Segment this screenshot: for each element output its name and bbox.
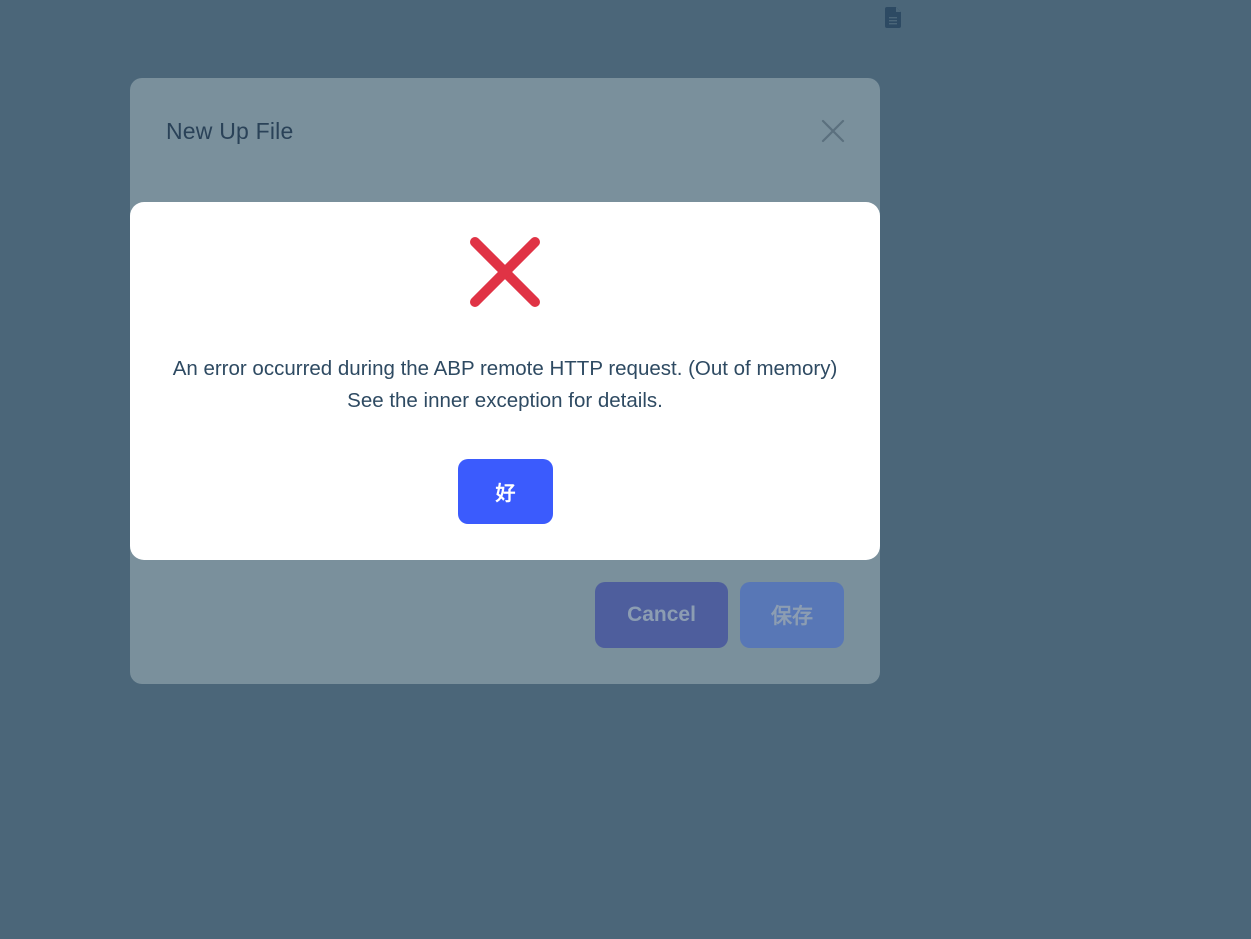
close-icon[interactable]	[820, 118, 846, 144]
error-message: An error occurred during the ABP remote …	[172, 357, 838, 412]
file-document-icon[interactable]	[885, 7, 902, 28]
modal-title: New Up File	[166, 118, 294, 144]
error-alert-dialog: An error occurred during the ABP remote …	[130, 202, 880, 560]
error-x-icon	[470, 237, 540, 307]
save-button[interactable]: 保存	[740, 582, 844, 648]
ok-button[interactable]: 好	[458, 459, 553, 524]
cancel-button[interactable]: Cancel	[595, 582, 728, 648]
page: { "colors": { "backdrop": "#4b6679", "mo…	[0, 0, 1251, 939]
